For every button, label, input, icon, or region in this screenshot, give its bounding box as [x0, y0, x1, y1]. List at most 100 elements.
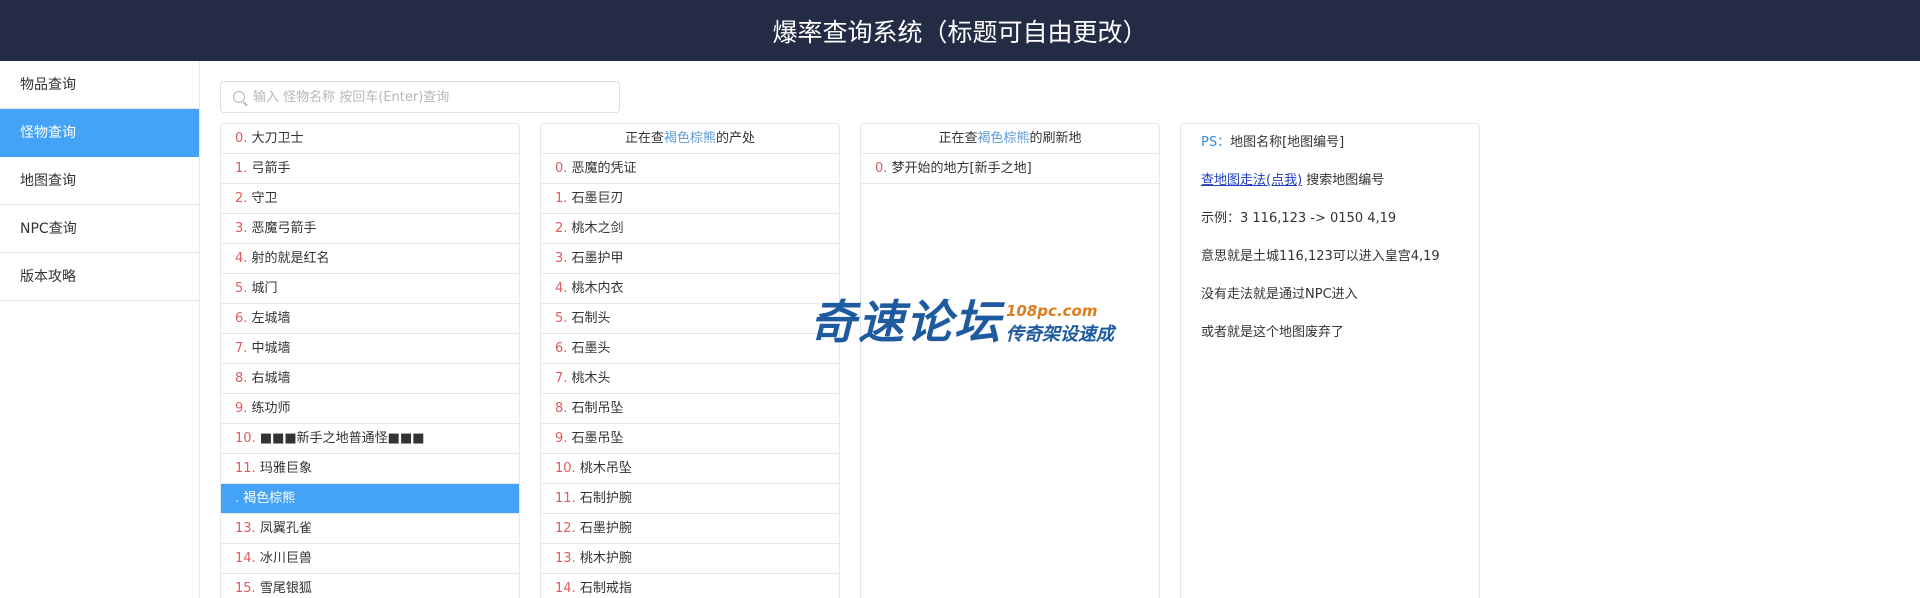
list-item-name: 练功师	[251, 401, 291, 416]
list-item[interactable]: 7. 中城墙	[221, 334, 519, 364]
list-item[interactable]: 9. 石墨吊坠	[541, 424, 839, 454]
list-item[interactable]: 5. 城门	[221, 274, 519, 304]
list-item-index: 7.	[555, 371, 568, 386]
list-item[interactable]: 14. 冰川巨兽	[221, 544, 519, 574]
list-item-name: 玛雅巨象	[259, 461, 312, 476]
list-item-index: 10.	[235, 431, 256, 446]
list-item-name: 大刀卫士	[251, 131, 304, 146]
list-item-name: 雪尾银狐	[259, 581, 312, 596]
sidebar-item-npc[interactable]: NPC查询	[0, 205, 199, 253]
spawn-head-monster: 褐色棕熊	[977, 131, 1030, 146]
info-line: 意思就是土城116,123可以进入皇宫4,19	[1201, 249, 1440, 264]
list-item[interactable]: 0. 梦开始的地方[新手之地]	[861, 154, 1159, 184]
list-item-index: 0.	[875, 161, 888, 176]
list-item-index: 6.	[235, 311, 248, 326]
spawn-head-prefix: 正在查	[938, 131, 978, 146]
list-item[interactable]: 4. 桃木内衣	[541, 274, 839, 304]
list-item-index: 14.	[235, 551, 256, 566]
list-item-index: 1.	[555, 191, 568, 206]
list-item-name: 右城墙	[251, 371, 291, 386]
ps-label: PS：	[1201, 135, 1231, 150]
list-item[interactable]: 7. 桃木头	[541, 364, 839, 394]
list-item-index: 7.	[235, 341, 248, 356]
list-item-name: 梦开始的地方[新手之地]	[891, 161, 1032, 176]
list-item-index: 0.	[235, 131, 248, 146]
list-item-index: .	[235, 491, 240, 506]
list-item[interactable]: 9. 练功师	[221, 394, 519, 424]
sidebar: 物品查询 怪物查询 地图查询 NPC查询 版本攻略	[0, 61, 200, 598]
list-item-name: 石墨护甲	[571, 251, 624, 266]
list-item[interactable]: 1. 石墨巨刃	[541, 184, 839, 214]
list-item[interactable]: . 褐色棕熊	[221, 484, 519, 514]
list-item[interactable]: 10. 桃木吊坠	[541, 454, 839, 484]
list-item-index: 13.	[235, 521, 256, 536]
list-item[interactable]: 14. 石制戒指	[541, 574, 839, 598]
list-item[interactable]: 4. 射的就是红名	[221, 244, 519, 274]
list-item-name: 冰川巨兽	[259, 551, 312, 566]
list-item[interactable]: 3. 石墨护甲	[541, 244, 839, 274]
search-box	[220, 81, 620, 113]
drop-list: 0. 恶魔的凭证 1. 石墨巨刃 2. 桃木之剑 3. 石墨护甲 4. 桃木内衣 5. 石…	[541, 154, 839, 598]
list-item[interactable]: 8. 石制吊坠	[541, 394, 839, 424]
search-input[interactable]	[253, 89, 613, 105]
list-item-index: 3.	[235, 221, 248, 236]
drop-list-header: 正在查褐色棕熊的产处	[541, 124, 839, 154]
list-item[interactable]: 13. 桃木护腕	[541, 544, 839, 574]
spawn-head-suffix: 的刷新地	[1029, 131, 1082, 146]
list-item-index: 9.	[555, 431, 568, 446]
list-item[interactable]: 2. 桃木之剑	[541, 214, 839, 244]
link-suffix: 搜索地图编号	[1302, 173, 1385, 188]
list-item[interactable]: 0. 大刀卫士	[221, 124, 519, 154]
list-item-index: 12.	[555, 521, 576, 536]
list-item-index: 5.	[555, 311, 568, 326]
list-item-index: 14.	[555, 581, 576, 596]
list-item[interactable]: 11. 玛雅巨象	[221, 454, 519, 484]
list-item-name: 石墨吊坠	[571, 431, 624, 446]
list-item-name: 石墨头	[571, 341, 611, 356]
list-item[interactable]: 11. 石制护腕	[541, 484, 839, 514]
list-item-name: 桃木之剑	[571, 221, 624, 236]
sidebar-item-monsters[interactable]: 怪物查询	[0, 109, 199, 157]
list-item-name: 石制头	[571, 311, 611, 326]
drop-head-monster: 褐色棕熊	[663, 131, 716, 146]
list-item[interactable]: 1. 弓箭手	[221, 154, 519, 184]
list-item[interactable]: 13. 凤翼孔雀	[221, 514, 519, 544]
list-item-name: 褐色棕熊	[243, 491, 296, 506]
list-item[interactable]: 3. 恶魔弓箭手	[221, 214, 519, 244]
list-item-index: 4.	[235, 251, 248, 266]
list-item[interactable]: 6. 石墨头	[541, 334, 839, 364]
list-item-index: 0.	[555, 161, 568, 176]
info-line: 没有走法就是通过NPC进入	[1201, 287, 1358, 302]
list-item-index: 9.	[235, 401, 248, 416]
list-item-name: 城门	[251, 281, 278, 296]
list-item[interactable]: 15. 雪尾银狐	[221, 574, 519, 598]
watermark-main: 奇速论坛	[810, 295, 1002, 349]
list-item-name: 中城墙	[251, 341, 291, 356]
list-item-name: 左城墙	[251, 311, 291, 326]
list-item[interactable]: 8. 右城墙	[221, 364, 519, 394]
list-item-index: 10.	[555, 461, 576, 476]
forum-watermark: 奇速论坛 108pc.com 传奇架设速成	[810, 286, 1114, 352]
list-item-name: 凤翼孔雀	[259, 521, 312, 536]
list-item-index: 15.	[235, 581, 256, 596]
sidebar-item-items[interactable]: 物品查询	[0, 61, 199, 109]
list-item-index: 3.	[555, 251, 568, 266]
info-line: 或者就是这个地图废弃了	[1201, 325, 1345, 340]
list-item-name: 恶魔弓箭手	[251, 221, 317, 236]
list-item[interactable]: 10. ■■■新手之地普通怪■■■	[221, 424, 519, 454]
list-item-name: 石制戒指	[579, 581, 632, 596]
list-item-index: 11.	[555, 491, 576, 506]
list-item[interactable]: 6. 左城墙	[221, 304, 519, 334]
list-item-index: 8.	[235, 371, 248, 386]
map-route-link[interactable]: 查地图走法(点我)	[1201, 173, 1302, 188]
drop-head-suffix: 的产处	[716, 131, 756, 146]
list-item[interactable]: 2. 守卫	[221, 184, 519, 214]
sidebar-item-maps[interactable]: 地图查询	[0, 157, 199, 205]
list-item[interactable]: 5. 石制头	[541, 304, 839, 334]
sidebar-item-guide[interactable]: 版本攻略	[0, 253, 199, 301]
list-item-name: 守卫	[251, 191, 278, 206]
list-item[interactable]: 12. 石墨护腕	[541, 514, 839, 544]
ps-text: 地图名称[地图编号]	[1230, 135, 1345, 150]
list-item-index: 8.	[555, 401, 568, 416]
list-item[interactable]: 0. 恶魔的凭证	[541, 154, 839, 184]
